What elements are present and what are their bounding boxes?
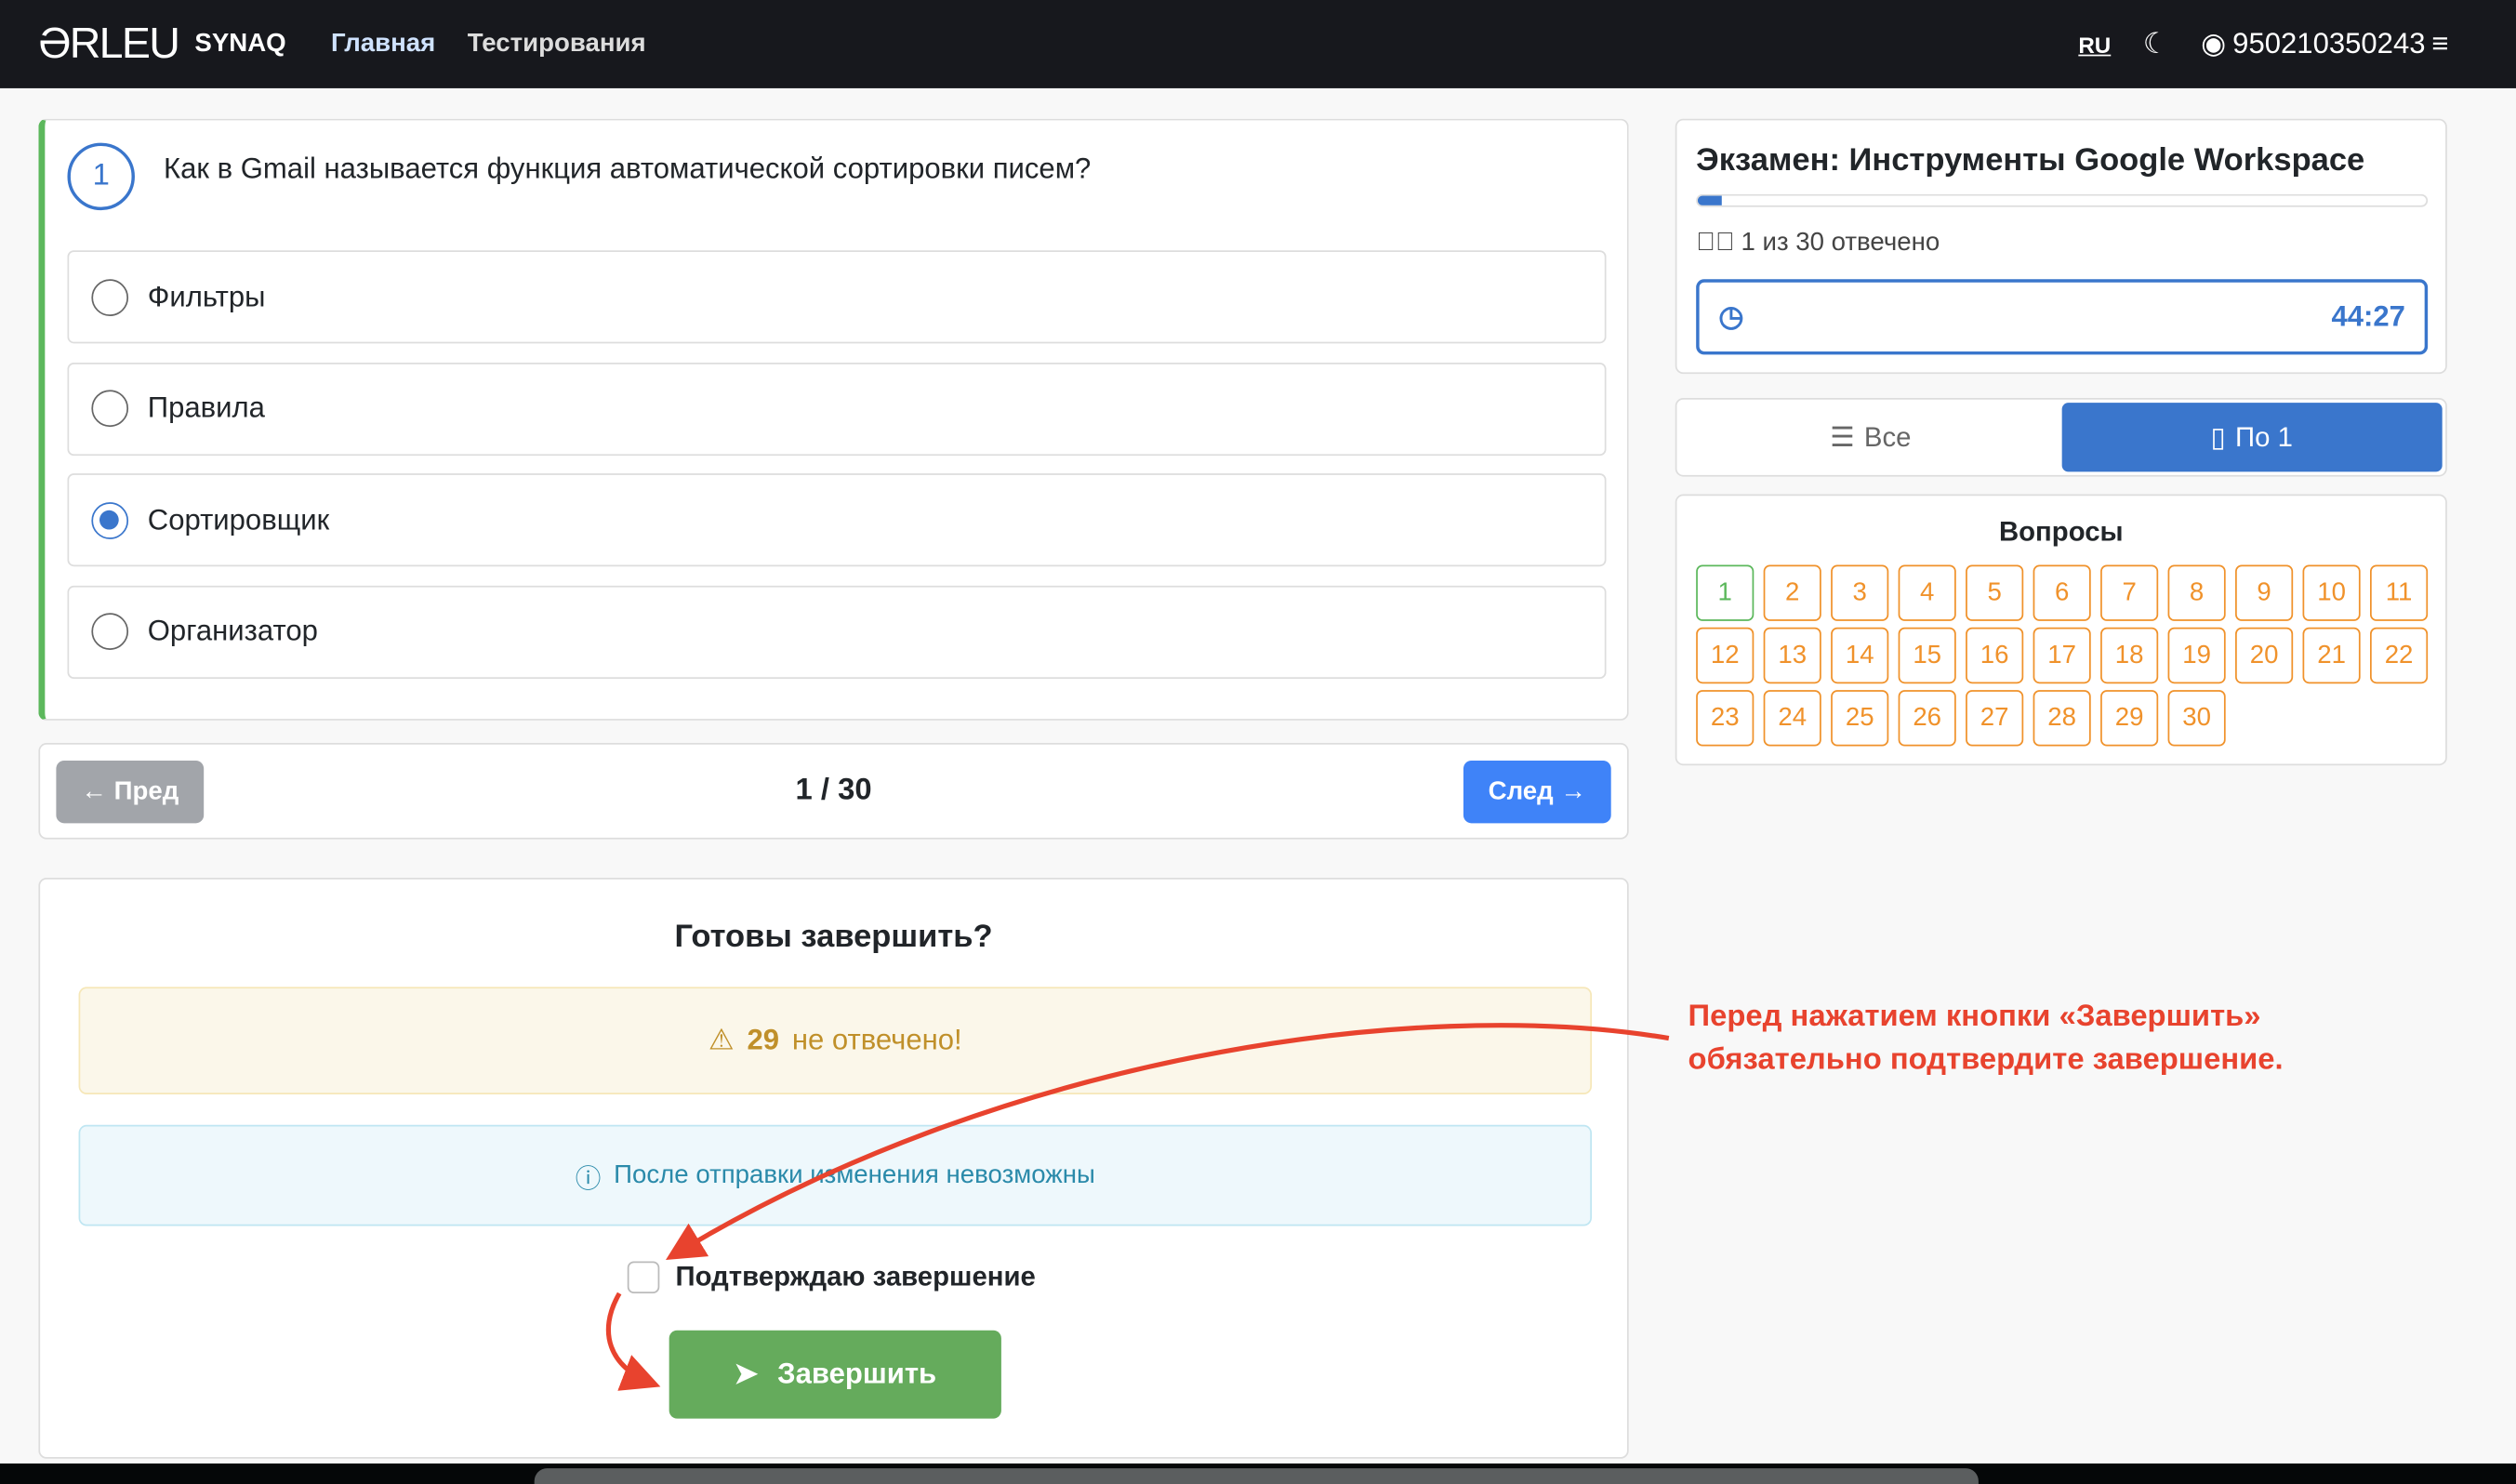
language-switch[interactable]: RU bbox=[2078, 32, 2111, 58]
check-circle-icon: ✓⃝ bbox=[1696, 230, 1734, 258]
mode-all-button[interactable]: ☰ Все bbox=[1680, 403, 2061, 471]
answer-option[interactable]: Сортировщик bbox=[67, 473, 1606, 566]
os-dock bbox=[535, 1468, 1979, 1484]
finish-card: Готовы завершить? ⚠ 29 не отвечено! ⓘ По… bbox=[38, 878, 1628, 1459]
logo[interactable]: ƏRLEU bbox=[38, 20, 179, 69]
warning-icon: ⚠ bbox=[708, 1024, 735, 1057]
unanswered-count: 29 bbox=[747, 1024, 779, 1057]
question-nav-7[interactable]: 7 bbox=[2100, 564, 2158, 620]
question-nav-6[interactable]: 6 bbox=[2033, 564, 2091, 620]
top-navbar: ƏRLEU SYNAQ Главная Тестирования RU ☾ ◉ … bbox=[0, 0, 2516, 88]
mode-one-label: По 1 bbox=[2235, 421, 2293, 454]
question-nav-25[interactable]: 25 bbox=[1831, 690, 1888, 746]
question-nav-1[interactable]: 1 bbox=[1696, 564, 1754, 620]
radio-button[interactable] bbox=[91, 501, 128, 538]
question-nav-27[interactable]: 27 bbox=[1966, 690, 2023, 746]
list-icon: ☰ bbox=[1830, 421, 1854, 454]
info-icon: ⓘ bbox=[576, 1156, 602, 1194]
question-nav-24[interactable]: 24 bbox=[1764, 690, 1821, 746]
question-nav-2[interactable]: 2 bbox=[1764, 564, 1821, 620]
question-number: 1 bbox=[67, 143, 134, 210]
send-icon: ➤ bbox=[734, 1358, 758, 1391]
nav-tests[interactable]: Тестирования bbox=[468, 30, 646, 59]
page-indicator: 1 / 30 bbox=[40, 774, 1627, 809]
timer: ◷ 44:27 bbox=[1696, 279, 2428, 354]
dark-mode-moon-icon[interactable]: ☾ bbox=[2143, 27, 2169, 60]
nav-home[interactable]: Главная bbox=[331, 30, 435, 59]
unanswered-alert: ⚠ 29 не отвечено! bbox=[79, 987, 1592, 1094]
questions-title: Вопросы bbox=[1676, 517, 2445, 550]
radio-button[interactable] bbox=[91, 278, 128, 315]
question-nav-29[interactable]: 29 bbox=[2100, 690, 2158, 746]
question-nav-4[interactable]: 4 bbox=[1899, 564, 1956, 620]
progress-bar bbox=[1696, 194, 2428, 207]
annotation-text: Перед нажатием кнопки «Завершить» обязат… bbox=[1688, 995, 2284, 1081]
option-label: Организатор bbox=[148, 615, 318, 648]
question-nav-16[interactable]: 16 bbox=[1966, 628, 2023, 683]
exam-title: Экзамен: Инструменты Google Workspace bbox=[1696, 143, 2364, 180]
finish-label: Завершить bbox=[777, 1358, 936, 1391]
question-nav-14[interactable]: 14 bbox=[1831, 628, 1888, 683]
progress-fill bbox=[1698, 196, 1722, 205]
option-label: Правила bbox=[148, 391, 265, 425]
exam-info-card: Экзамен: Инструменты Google Workspace ✓⃝… bbox=[1675, 119, 2447, 374]
question-nav-22[interactable]: 22 bbox=[2370, 628, 2428, 683]
question-nav-13[interactable]: 13 bbox=[1764, 628, 1821, 683]
option-label: Фильтры bbox=[148, 280, 266, 313]
info-alert: ⓘ После отправки изменения невозможны bbox=[79, 1125, 1592, 1226]
answer-option[interactable]: Фильтры bbox=[67, 250, 1606, 343]
question-nav-3[interactable]: 3 bbox=[1831, 564, 1888, 620]
question-nav-9[interactable]: 9 bbox=[2235, 564, 2293, 620]
question-nav-11[interactable]: 11 bbox=[2370, 564, 2428, 620]
option-label: Сортировщик bbox=[148, 503, 329, 537]
answered-text: 1 из 30 отвечено bbox=[1741, 230, 1940, 258]
answered-status: ✓⃝ 1 из 30 отвечено bbox=[1696, 230, 1940, 258]
question-nav-20[interactable]: 20 bbox=[2235, 628, 2293, 683]
view-mode-toggle: ☰ Все ▯ По 1 bbox=[1675, 398, 2447, 477]
question-nav-17[interactable]: 17 bbox=[2033, 628, 2091, 683]
finish-title: Готовы завершить? bbox=[40, 920, 1627, 957]
question-nav-12[interactable]: 12 bbox=[1696, 628, 1754, 683]
annotation-line-2: обязательно подтвердите завершение. bbox=[1688, 1039, 2284, 1082]
confirm-label: Подтверждаю завершение bbox=[676, 1261, 1036, 1293]
question-nav-10[interactable]: 10 bbox=[2303, 564, 2361, 620]
question-nav-18[interactable]: 18 bbox=[2100, 628, 2158, 683]
annotation-line-1: Перед нажатием кнопки «Завершить» bbox=[1688, 995, 2284, 1039]
mode-all-label: Все bbox=[1864, 421, 1912, 454]
question-nav-26[interactable]: 26 bbox=[1899, 690, 1956, 746]
radio-button[interactable] bbox=[91, 613, 128, 650]
confirm-checkbox[interactable] bbox=[628, 1261, 660, 1293]
menu-icon: ≡ bbox=[2431, 27, 2448, 60]
user-menu[interactable]: ◉ 950210350243 ≡ bbox=[2201, 27, 2448, 60]
user-circle-icon: ◉ bbox=[2201, 27, 2226, 60]
question-nav-8[interactable]: 8 bbox=[2168, 564, 2226, 620]
question-card: 1 Как в Gmail называется функция автомат… bbox=[38, 119, 1628, 721]
question-nav-23[interactable]: 23 bbox=[1696, 690, 1754, 746]
next-button[interactable]: След → bbox=[1463, 761, 1611, 823]
pager: ← Пред 1 / 30 След → bbox=[38, 743, 1628, 840]
question-nav-28[interactable]: 28 bbox=[2033, 690, 2091, 746]
question-nav-30[interactable]: 30 bbox=[2168, 690, 2226, 746]
answer-option[interactable]: Правила bbox=[67, 362, 1606, 455]
question-nav-5[interactable]: 5 bbox=[1966, 564, 2023, 620]
question-nav-21[interactable]: 21 bbox=[2303, 628, 2361, 683]
question-nav-19[interactable]: 19 bbox=[2168, 628, 2226, 683]
question-nav-15[interactable]: 15 bbox=[1899, 628, 1956, 683]
clock-icon: ◷ bbox=[1718, 300, 1743, 334]
mode-one-button[interactable]: ▯ По 1 bbox=[2061, 403, 2443, 471]
info-text: После отправки изменения невозможны bbox=[614, 1161, 1095, 1190]
confirm-finish[interactable]: Подтверждаю завершение bbox=[628, 1261, 1036, 1293]
document-icon: ▯ bbox=[2211, 421, 2226, 454]
finish-button[interactable]: ➤ Завершить bbox=[669, 1331, 1001, 1419]
radio-button[interactable] bbox=[91, 390, 128, 427]
question-text: Как в Gmail называется функция автоматич… bbox=[164, 152, 1091, 186]
question-navigator: Вопросы 12345678910111213141516171819202… bbox=[1675, 495, 2447, 766]
answer-option[interactable]: Организатор bbox=[67, 585, 1606, 678]
brand-name[interactable]: SYNAQ bbox=[194, 30, 285, 59]
timer-value: 44:27 bbox=[2332, 300, 2405, 334]
user-id: 950210350243 bbox=[2232, 27, 2425, 60]
unanswered-text: не отвечено! bbox=[792, 1024, 962, 1057]
